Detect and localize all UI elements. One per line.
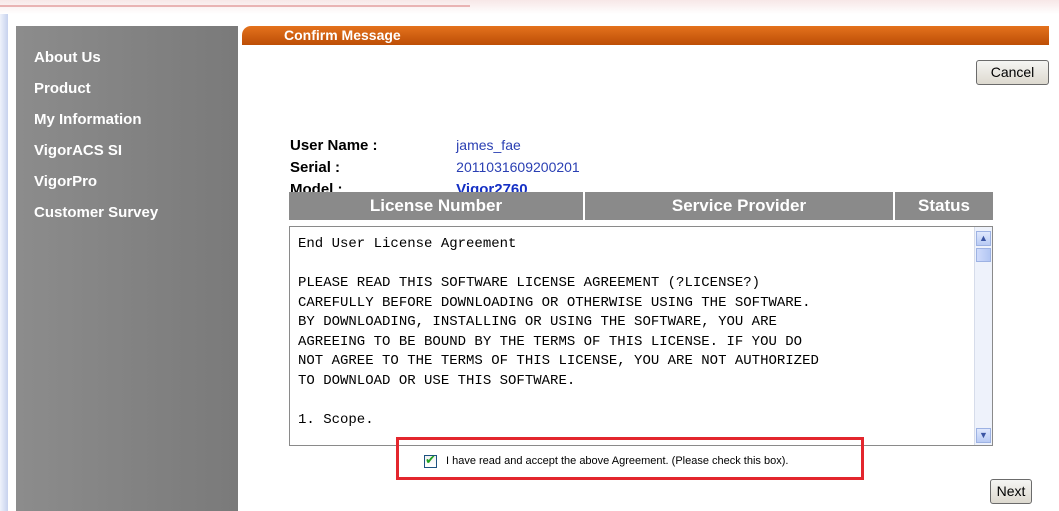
column-service-provider: Service Provider [585, 192, 895, 220]
agreement-row: ✔ I have read and accept the above Agree… [424, 452, 788, 470]
scroll-up-arrow-icon[interactable]: ▲ [976, 231, 991, 246]
user-name-label: User Name : [290, 137, 378, 154]
sidebar-item-product[interactable]: Product [16, 73, 158, 104]
user-name-row: User Name : james_fae [290, 135, 521, 155]
license-scrollbar[interactable]: ▲ ▼ [974, 227, 992, 445]
top-strip-line [0, 5, 470, 7]
user-name-value: james_fae [456, 137, 521, 153]
window-left-edge [0, 14, 8, 511]
sidebar-item-vigorpro[interactable]: VigorPro [16, 166, 158, 197]
page-title: Confirm Message [284, 27, 401, 43]
top-strip [0, 0, 1059, 14]
sidebar-item-vigoracs-si[interactable]: VigorACS SI [16, 135, 158, 166]
license-table-header: License Number Service Provider Status [289, 192, 993, 220]
checkmark-icon: ✔ [425, 451, 436, 467]
serial-row: Serial : 2011031609200201 [290, 157, 580, 177]
serial-value: 2011031609200201 [456, 159, 580, 175]
next-button[interactable]: Next [990, 479, 1032, 504]
sidebar-item-my-information[interactable]: My Information [16, 104, 158, 135]
cancel-button[interactable]: Cancel [976, 60, 1049, 85]
scroll-thumb[interactable] [976, 248, 991, 262]
agreement-checkbox[interactable]: ✔ [424, 451, 437, 468]
scroll-down-arrow-icon[interactable]: ▼ [976, 428, 991, 443]
column-status: Status [918, 196, 970, 215]
agreement-label: I have read and accept the above Agreeme… [446, 455, 789, 467]
serial-label: Serial : [290, 159, 341, 176]
sidebar-item-about-us[interactable]: About Us [16, 42, 158, 73]
sidebar: About Us Product My Information VigorACS… [16, 26, 238, 511]
column-license-number: License Number [289, 192, 585, 220]
sidebar-item-customer-survey[interactable]: Customer Survey [16, 197, 158, 228]
license-agreement-text: End User License Agreement PLEASE READ T… [298, 236, 819, 428]
confirm-message-header: Confirm Message [242, 26, 1049, 45]
license-agreement-textarea[interactable]: End User License Agreement PLEASE READ T… [289, 226, 993, 446]
